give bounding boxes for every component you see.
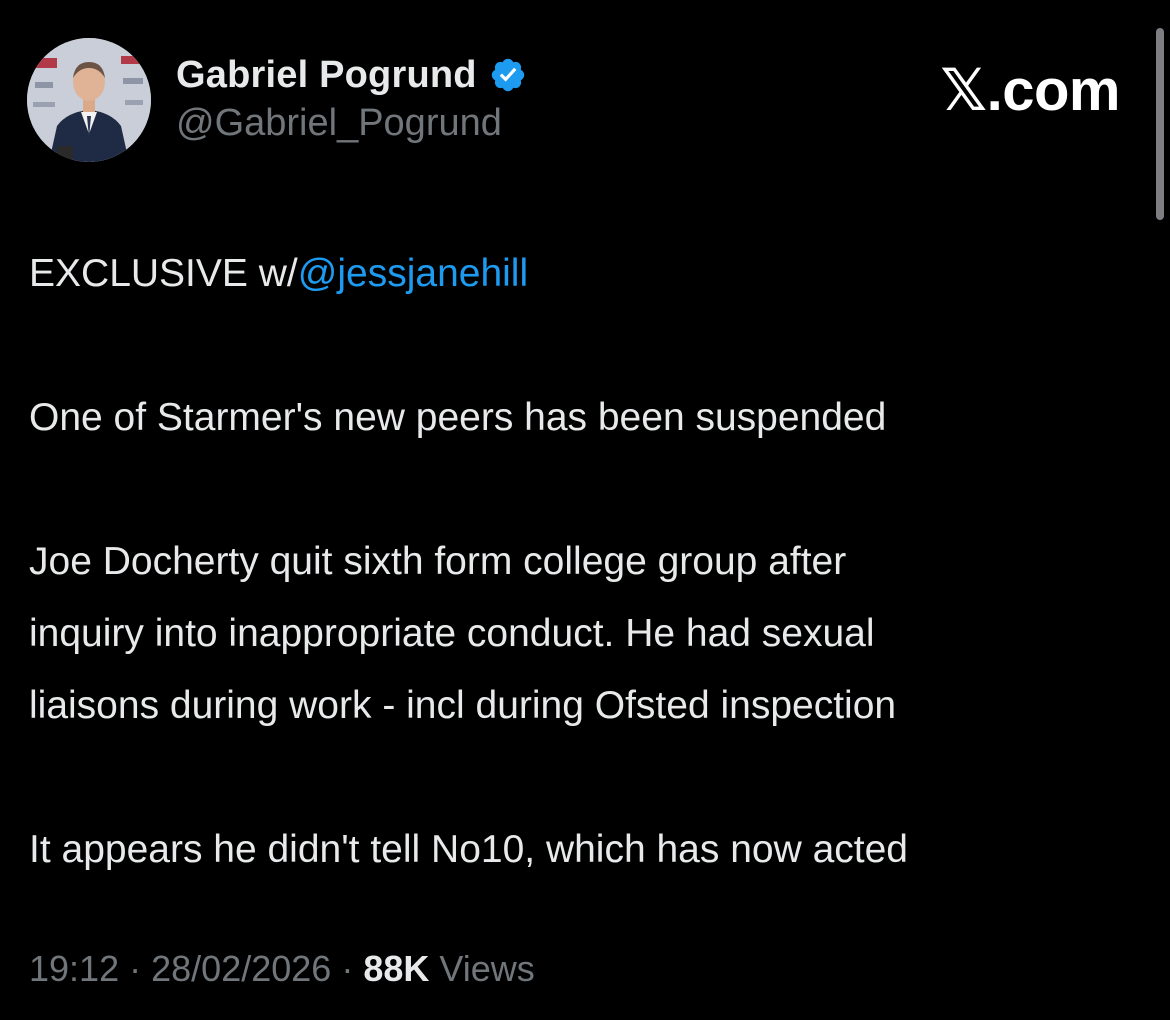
tweet-text: EXCLUSIVE w/@jessjanehill One of Starmer…: [29, 238, 1154, 886]
meta-separator: ·: [129, 948, 142, 989]
author-display-name[interactable]: Gabriel Pogrund: [176, 54, 477, 97]
meta-separator: ·: [341, 948, 354, 989]
x-com-logo: 𝕏.com: [940, 58, 1120, 123]
tweet-paragraph-2-line-3: liaisons during work - incl during Ofste…: [29, 684, 897, 727]
author-handle[interactable]: @Gabriel_Pogrund: [176, 102, 502, 145]
tweet-paragraph-2-line-2: inquiry into inappropriate conduct. He h…: [29, 612, 875, 655]
scrollbar[interactable]: [1156, 28, 1164, 220]
views-label: Views: [439, 948, 535, 989]
avatar-photo: [27, 38, 151, 162]
tweet-lead-line: EXCLUSIVE w/@jessjanehill: [29, 238, 1154, 310]
views-count: 88K: [363, 948, 430, 989]
tweet-date[interactable]: 28/02/2026: [151, 948, 331, 989]
avatar[interactable]: [27, 38, 151, 162]
tweet-paragraph-1: One of Starmer's new peers has been susp…: [29, 396, 887, 439]
tweet-meta: 19:12 · 28/02/2026 · 88K Views: [29, 948, 535, 990]
mention-link[interactable]: @jessjanehill: [298, 252, 528, 295]
tweet-paragraph-3: It appears he didn't tell No10, which ha…: [29, 828, 908, 871]
tweet-lead: EXCLUSIVE w/: [29, 252, 298, 295]
author-name-row[interactable]: Gabriel Pogrund: [176, 50, 527, 100]
tweet-paragraph-2-line-1: Joe Docherty quit sixth form college gro…: [29, 540, 847, 583]
verified-badge-icon: [489, 56, 527, 94]
tweet-time[interactable]: 19:12: [29, 948, 119, 989]
